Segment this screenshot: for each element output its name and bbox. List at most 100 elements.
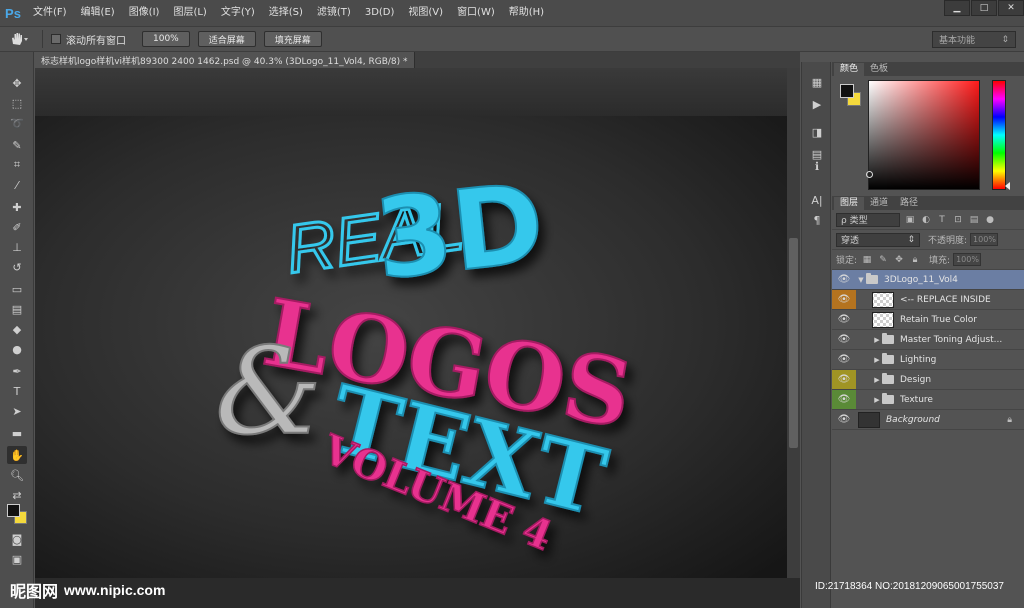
hand-tool-preset-icon[interactable] <box>4 32 34 46</box>
menu-type[interactable]: 文字(Y) <box>214 0 262 26</box>
menu-view[interactable]: 视图(V) <box>401 0 450 26</box>
folder-icon <box>882 333 894 344</box>
quick-select-tool-icon[interactable]: ✎ <box>7 136 27 154</box>
scrollbar-thumb[interactable] <box>789 238 798 448</box>
close-window-button[interactable]: ✕ <box>998 0 1024 16</box>
foreground-color-swatch[interactable] <box>7 504 20 517</box>
tab-channels[interactable]: 通道 <box>864 197 894 210</box>
paragraph-panel-icon[interactable]: ¶ <box>809 212 825 228</box>
expand-triangle-icon[interactable]: ▶ <box>872 336 882 344</box>
healing-brush-tool-icon[interactable]: ✚ <box>7 198 27 216</box>
marquee-tool-icon[interactable]: ⬚ <box>7 94 27 112</box>
dodge-tool-icon[interactable]: ● <box>7 340 27 358</box>
lasso-tool-icon[interactable]: ➰ <box>7 114 27 132</box>
move-tool-icon[interactable]: ✥ <box>7 74 27 92</box>
filter-shape-icon[interactable]: ⊡ <box>952 214 964 226</box>
hand-tool-icon[interactable]: ✋ <box>7 446 27 464</box>
adjustments-panel-icon[interactable]: ◨ <box>809 124 825 140</box>
eye-icon[interactable]: 👁︎ <box>832 310 856 329</box>
eye-icon[interactable]: 👁︎ <box>832 330 856 349</box>
blend-mode-select[interactable]: 穿透 ⇕ <box>836 232 920 247</box>
eyedropper-tool-icon[interactable]: ⁄ <box>7 176 27 194</box>
opacity-input[interactable]: 100% <box>970 233 999 246</box>
menu-image[interactable]: 图像(I) <box>122 0 167 26</box>
character-panel-icon[interactable]: A| <box>809 192 825 208</box>
info-panel-icon[interactable]: ℹ <box>809 158 825 174</box>
color-field[interactable] <box>866 80 980 190</box>
document-canvas[interactable]: REAL 3D LOGOS & TEXT VOLUME 4 <box>35 68 787 578</box>
lock-transparent-icon[interactable]: ▦ <box>861 254 873 266</box>
fill-screen-button[interactable]: 填充屏幕 <box>263 31 322 47</box>
scroll-all-windows-checkbox[interactable] <box>51 34 61 44</box>
lock-position-icon[interactable]: ✥ <box>893 254 905 266</box>
menu-help[interactable]: 帮助(H) <box>502 0 551 26</box>
gradient-tool-icon[interactable]: ▤ <box>7 300 27 318</box>
zoom-100-button[interactable]: 100% <box>142 31 190 47</box>
history-brush-tool-icon[interactable]: ↺ <box>7 258 27 276</box>
tab-swatches[interactable]: 色板 <box>864 63 894 76</box>
blur-tool-icon[interactable]: ◆ <box>7 320 27 338</box>
type-tool-icon[interactable]: T <box>7 382 27 400</box>
workspace-select[interactable]: 基本功能 ⇕ <box>932 31 1016 48</box>
layer-row[interactable]: 👁︎ ▶ Design <box>832 370 1024 390</box>
eraser-tool-icon[interactable]: ▭ <box>7 280 27 298</box>
path-select-tool-icon[interactable]: ➤ <box>7 402 27 420</box>
color-picker-circle-icon[interactable] <box>866 171 873 178</box>
fit-screen-button[interactable]: 适合屏幕 <box>197 31 256 47</box>
menu-layer[interactable]: 图层(L) <box>166 0 213 26</box>
filter-smart-icon[interactable]: ▤ <box>968 214 980 226</box>
layer-row[interactable]: 👁︎ Retain True Color <box>832 310 1024 330</box>
actions-play-icon[interactable]: ▶ <box>809 96 825 112</box>
filter-toggle-icon[interactable]: ● <box>984 214 996 226</box>
tab-paths[interactable]: 路径 <box>894 197 924 210</box>
lock-pixels-icon[interactable]: ✎ <box>877 254 889 266</box>
eye-icon[interactable]: 👁︎ <box>832 290 856 309</box>
filter-pixel-icon[interactable]: ▣ <box>904 214 916 226</box>
layer-row[interactable]: 👁︎ ▶ Lighting <box>832 350 1024 370</box>
zoom-tool-icon[interactable]: 🔍︎ <box>7 466 27 484</box>
eye-icon[interactable]: 👁︎ <box>832 410 856 429</box>
expand-triangle-icon[interactable]: ▶ <box>872 376 882 384</box>
expand-triangle-icon[interactable]: ▶ <box>872 396 882 404</box>
expand-triangle-open-icon[interactable]: ▼ <box>856 276 866 284</box>
tab-layers[interactable]: 图层 <box>834 197 865 210</box>
quick-mask-icon[interactable]: ◙ <box>7 530 27 548</box>
pen-tool-icon[interactable]: ✒ <box>7 362 27 380</box>
rectangle-tool-icon[interactable]: ▬ <box>7 424 27 442</box>
crop-tool-icon[interactable]: ⌗ <box>7 156 27 174</box>
layer-row[interactable]: 👁︎ ▼ 3DLogo_11_Vol4 <box>832 270 1024 290</box>
eye-icon[interactable]: 👁︎ <box>832 390 856 409</box>
minimize-button[interactable]: ▁ <box>944 0 970 16</box>
menu-edit[interactable]: 编辑(E) <box>74 0 122 26</box>
menu-3d[interactable]: 3D(D) <box>358 0 402 26</box>
layer-filter-select[interactable]: ρ 类型 <box>836 212 900 227</box>
brush-tool-icon[interactable]: ✐ <box>7 218 27 236</box>
fill-input[interactable]: 100% <box>953 253 982 266</box>
tab-color[interactable]: 颜色 <box>834 63 865 76</box>
filter-adjust-icon[interactable]: ◐ <box>920 214 932 226</box>
screen-mode-icon[interactable]: ▣ <box>7 550 27 568</box>
layer-row[interactable]: 👁︎ <-- REPLACE INSIDE <box>832 290 1024 310</box>
layer-row[interactable]: 👁︎ ▶ Texture <box>832 390 1024 410</box>
hue-slider-marker-icon[interactable] <box>1005 182 1010 190</box>
lock-all-icon[interactable]: 🔒︎ <box>909 254 921 266</box>
canvas-vertical-scrollbar[interactable] <box>787 68 800 578</box>
layer-row[interactable]: 👁︎ Background 🔒︎ <box>832 410 1024 430</box>
filter-type-icon[interactable]: T <box>936 214 948 226</box>
document-tab[interactable]: 标志样机logo样机vi样机89300 2400 1462.psd @ 40.3… <box>35 52 415 68</box>
menu-filter[interactable]: 滤镜(T) <box>310 0 358 26</box>
eye-icon[interactable]: 👁︎ <box>832 370 856 389</box>
menu-window[interactable]: 窗口(W) <box>450 0 502 26</box>
hue-slider[interactable] <box>992 80 1006 190</box>
menu-file[interactable]: 文件(F) <box>26 0 74 26</box>
layer-row[interactable]: 👁︎ ▶ Master Toning Adjust... <box>832 330 1024 350</box>
expand-triangle-icon[interactable]: ▶ <box>872 356 882 364</box>
eye-icon[interactable]: 👁︎ <box>832 350 856 369</box>
menu-select[interactable]: 选择(S) <box>262 0 310 26</box>
restore-button[interactable]: □ <box>971 0 997 16</box>
clone-stamp-tool-icon[interactable]: ⊥ <box>7 238 27 256</box>
eye-icon[interactable]: 👁︎ <box>832 270 856 289</box>
panel-foreground-swatch[interactable] <box>840 84 854 98</box>
swap-colors-icon[interactable]: ⇄ <box>7 486 27 504</box>
history-panel-icon[interactable]: ▦ <box>809 74 825 90</box>
